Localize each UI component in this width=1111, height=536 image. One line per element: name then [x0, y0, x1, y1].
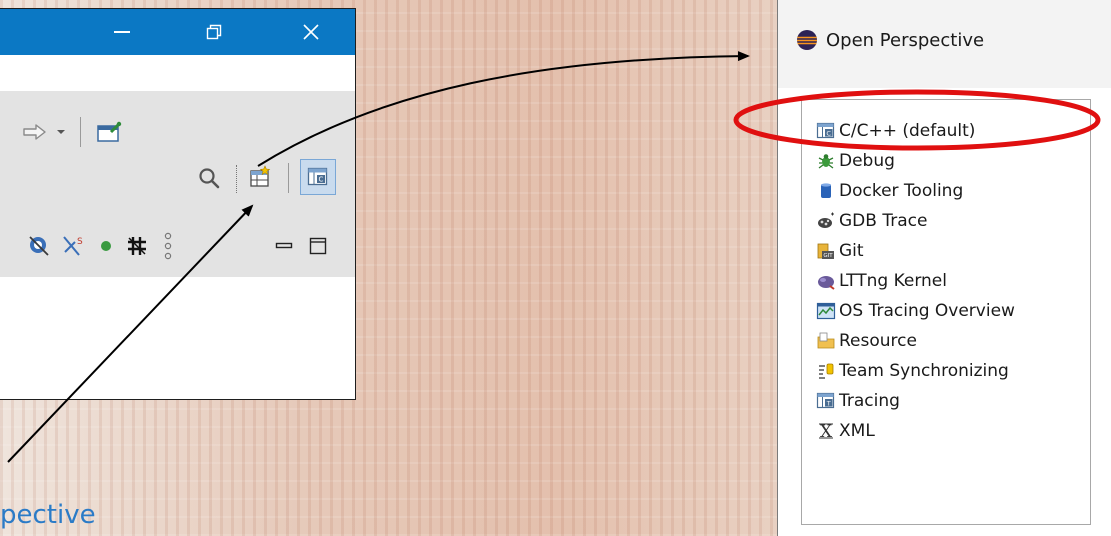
eclipse-window: C S	[0, 8, 356, 400]
dialog-title: Open Perspective	[826, 30, 985, 51]
list-item-label: Team Synchronizing	[839, 361, 1009, 381]
editor-area	[0, 277, 355, 399]
toolbar-separator	[288, 163, 289, 193]
minimize-icon	[114, 31, 130, 33]
list-item-label: Docker Tooling	[839, 181, 964, 201]
title-bar	[0, 9, 355, 55]
cpp-perspective-icon: C	[307, 167, 328, 186]
minimize-button[interactable]	[96, 9, 148, 55]
list-item-tracing[interactable]: T Tracing	[816, 386, 900, 416]
restore-icon	[206, 24, 222, 40]
dropdown-chevron-icon	[57, 130, 65, 134]
list-item-label: GDB Trace	[839, 211, 928, 231]
maximize-view-icon	[309, 237, 327, 255]
minimize-view-button[interactable]	[270, 231, 298, 261]
run-indicator[interactable]	[94, 231, 118, 261]
open-task-icon	[97, 121, 122, 142]
git-icon: GIT	[816, 241, 836, 261]
list-item-team-synchronizing[interactable]: Team Synchronizing	[816, 356, 1009, 386]
list-item-label: C/C++ (default)	[839, 121, 976, 141]
list-item-label: LTTng Kernel	[839, 271, 947, 291]
open-task-button[interactable]	[92, 117, 126, 147]
skip-breakpoints-button[interactable]	[24, 231, 54, 261]
lttng-kernel-icon	[816, 271, 836, 291]
cpp-perspective-icon: C	[816, 121, 836, 141]
caption-text: pective	[0, 500, 96, 530]
list-item-label: OS Tracing Overview	[839, 301, 1015, 321]
target-icon	[29, 236, 49, 256]
forward-arrow-icon	[23, 124, 46, 140]
cpp-perspective-button[interactable]: C	[300, 159, 336, 195]
close-button[interactable]	[285, 9, 337, 55]
kebab-icon	[164, 232, 172, 260]
list-item-gdb-trace[interactable]: GDB Trace	[816, 206, 927, 236]
list-item-label: Git	[839, 241, 864, 261]
minimize-view-icon	[275, 242, 293, 249]
open-perspective-dialog: Open Perspective C C/C++ (default) Debug…	[777, 0, 1111, 536]
list-item-os-tracing-overview[interactable]: OS Tracing Overview	[816, 296, 1015, 326]
list-item-lttng-kernel[interactable]: LTTng Kernel	[816, 266, 947, 296]
perspective-list[interactable]: C C/C++ (default) Debug Docker Tooling G…	[801, 99, 1091, 525]
list-item-resource[interactable]: Resource	[816, 326, 917, 356]
dialog-header: Open Perspective	[778, 0, 1111, 88]
forward-history-dropdown[interactable]	[54, 119, 68, 145]
close-icon	[303, 24, 319, 40]
hash-button[interactable]	[122, 231, 152, 261]
toolbar-separator	[80, 117, 81, 147]
open-perspective-icon	[250, 165, 271, 187]
sync-button[interactable]: S	[58, 231, 88, 261]
list-item-git[interactable]: GIT Git	[816, 236, 864, 266]
docker-cylinder-icon	[816, 181, 836, 201]
svg-text:C: C	[826, 129, 831, 137]
open-perspective-button[interactable]	[244, 161, 276, 193]
resource-folder-icon	[816, 331, 836, 351]
list-item-debug[interactable]: Debug	[816, 146, 895, 176]
view-menu-button[interactable]	[160, 229, 176, 263]
list-item-xml[interactable]: X XML	[816, 416, 875, 446]
tracing-icon: T	[816, 391, 836, 411]
sync-icon: S	[63, 236, 83, 256]
toolbar-grip	[236, 165, 238, 193]
search-icon	[199, 168, 220, 189]
maximize-view-button[interactable]	[304, 231, 332, 261]
green-dot-icon	[101, 241, 111, 251]
team-sync-icon	[816, 361, 836, 381]
xml-icon: X	[816, 421, 836, 441]
os-tracing-chart-icon	[816, 301, 836, 321]
svg-text:GIT: GIT	[823, 253, 833, 259]
svg-text:S: S	[77, 237, 83, 247]
gdb-trace-icon	[816, 211, 836, 231]
toolbar-area: C S	[0, 91, 355, 277]
svg-text:C: C	[319, 176, 324, 184]
list-item-cpp-default[interactable]: C C/C++ (default)	[816, 116, 975, 146]
forward-button[interactable]	[20, 119, 50, 145]
restore-button[interactable]	[188, 9, 240, 55]
list-item-label: XML	[839, 421, 875, 441]
list-item-label: Debug	[839, 151, 895, 171]
search-button[interactable]	[194, 163, 224, 193]
list-item-docker-tooling[interactable]: Docker Tooling	[816, 176, 963, 206]
list-item-label: Resource	[839, 331, 917, 351]
eclipse-logo-icon	[797, 30, 817, 50]
hash-icon	[128, 237, 146, 255]
debug-bug-icon	[816, 151, 836, 171]
menu-bar	[0, 55, 355, 91]
svg-text:T: T	[826, 399, 831, 407]
list-item-label: Tracing	[839, 391, 900, 411]
